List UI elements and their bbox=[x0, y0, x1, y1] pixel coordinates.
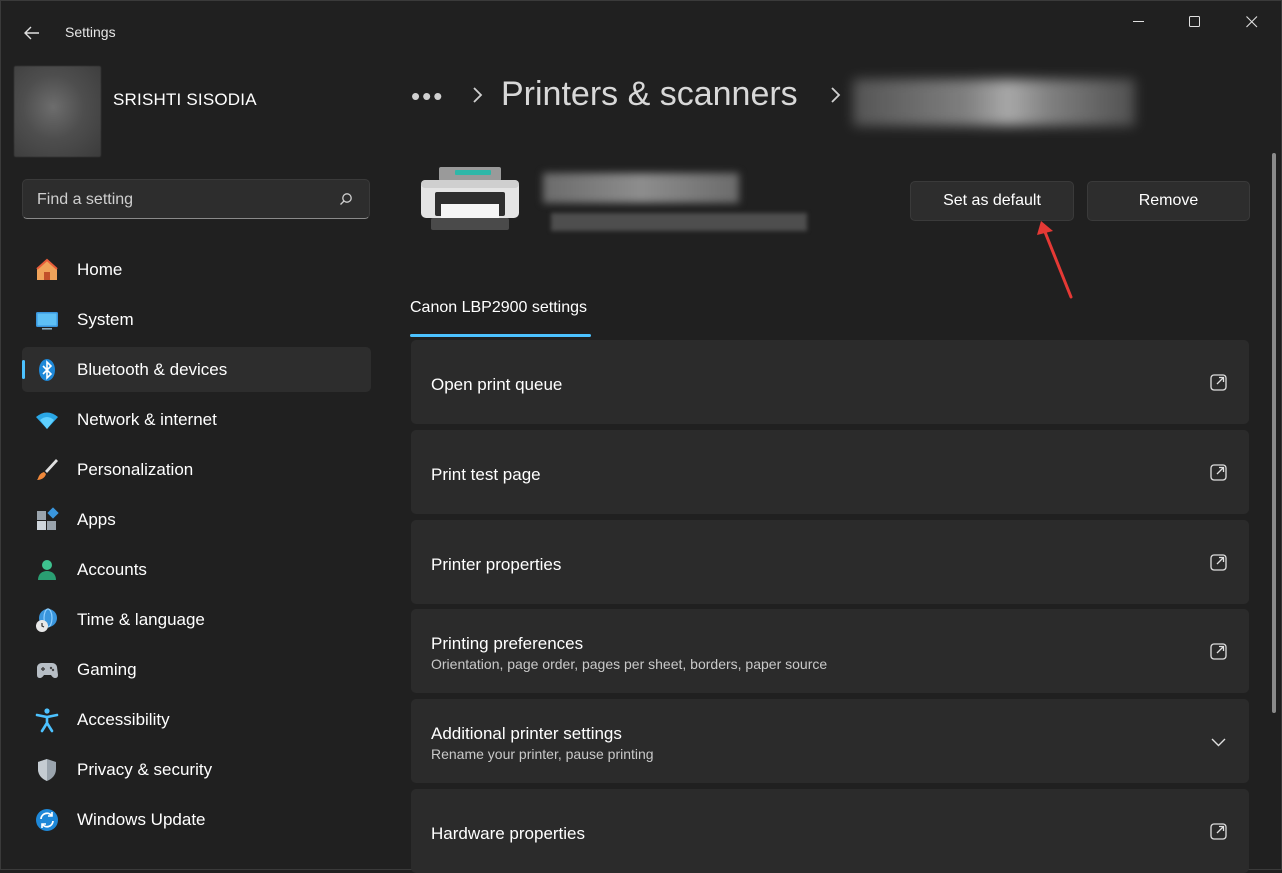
card-subtitle: Rename your printer, pause printing bbox=[431, 746, 654, 762]
chevron-right-icon bbox=[831, 87, 841, 103]
card-title: Open print queue bbox=[431, 375, 563, 394]
maximize-button[interactable] bbox=[1172, 9, 1218, 35]
tab-label: Canon LBP2900 settings bbox=[410, 299, 588, 316]
bluetooth-icon bbox=[39, 359, 55, 381]
globe-clock-icon bbox=[36, 608, 57, 632]
printer-properties-card[interactable]: Printer properties bbox=[411, 520, 1249, 604]
wifi-icon bbox=[36, 412, 58, 429]
sidebar-item-personalization[interactable]: Personalization bbox=[22, 447, 371, 492]
breadcrumb-more-button[interactable]: ••• bbox=[411, 81, 444, 112]
card-title: Printing preferences bbox=[431, 634, 584, 653]
tab-printer-settings[interactable]: Canon LBP2900 settings bbox=[410, 299, 591, 337]
app-title: Settings bbox=[65, 24, 116, 40]
back-arrow-icon bbox=[24, 26, 39, 40]
active-indicator bbox=[22, 360, 25, 379]
sidebar-item-apps[interactable]: Apps bbox=[22, 497, 371, 542]
breadcrumb-current-redacted bbox=[853, 79, 1135, 126]
set-as-default-button[interactable]: Set as default bbox=[910, 181, 1074, 221]
sidebar-item-time-language[interactable]: Time & language bbox=[22, 597, 371, 642]
card-title: Printer properties bbox=[431, 555, 562, 574]
sidebar-item-label: Privacy & security bbox=[77, 760, 213, 779]
remove-button[interactable]: Remove bbox=[1087, 181, 1250, 221]
vertical-scrollbar[interactable] bbox=[1272, 153, 1276, 713]
sidebar-item-windows-update[interactable]: Windows Update bbox=[22, 797, 371, 842]
sidebar-item-network-internet[interactable]: Network & internet bbox=[22, 397, 371, 442]
minimize-button[interactable] bbox=[1116, 9, 1162, 35]
sidebar-item-privacy-security[interactable]: Privacy & security bbox=[22, 747, 371, 792]
search-box[interactable] bbox=[22, 179, 370, 220]
back-button[interactable] bbox=[15, 17, 49, 49]
user-name: SRISHTI SISODIA bbox=[113, 90, 257, 109]
sidebar-item-gaming[interactable]: Gaming bbox=[22, 647, 371, 692]
printer-name-redacted bbox=[543, 173, 739, 203]
accounts-icon bbox=[38, 560, 56, 580]
open-external-icon bbox=[1210, 464, 1227, 481]
printer-status-redacted bbox=[551, 213, 807, 231]
open-print-queue-card[interactable]: Open print queue bbox=[411, 340, 1249, 424]
sidebar-item-accessibility[interactable]: Accessibility bbox=[22, 697, 371, 742]
chevron-down-icon[interactable] bbox=[1210, 733, 1227, 750]
open-external-icon bbox=[1210, 823, 1227, 840]
avatar[interactable] bbox=[14, 66, 101, 157]
gamepad-icon bbox=[37, 663, 58, 678]
sidebar-item-label: Personalization bbox=[77, 460, 194, 479]
title-bar: Settings bbox=[1, 1, 1282, 63]
sidebar-item-label: Windows Update bbox=[77, 810, 206, 829]
home-icon bbox=[36, 258, 58, 280]
sidebar-item-home[interactable]: Home bbox=[22, 247, 371, 292]
card-subtitle: Orientation, page order, pages per sheet… bbox=[431, 656, 828, 672]
sidebar-item-system[interactable]: System bbox=[22, 297, 371, 342]
sidebar-item-label: Time & language bbox=[77, 610, 205, 629]
search-input[interactable] bbox=[35, 180, 339, 220]
sidebar-item-label: Home bbox=[77, 260, 123, 279]
sidebar-item-label: Accounts bbox=[77, 560, 147, 579]
sidebar-item-bluetooth-devices[interactable]: Bluetooth & devices bbox=[22, 347, 371, 392]
search-icon[interactable] bbox=[339, 192, 353, 206]
apps-icon bbox=[37, 507, 59, 530]
sidebar-item-accounts[interactable]: Accounts bbox=[22, 547, 371, 592]
hardware-properties-card[interactable]: Hardware properties bbox=[411, 789, 1249, 873]
open-external-icon bbox=[1210, 374, 1227, 391]
card-title: Hardware properties bbox=[431, 824, 586, 843]
additional-printer-settings-card[interactable]: Additional printer settings Rename your … bbox=[411, 699, 1249, 783]
annotation-arrow-icon bbox=[1037, 221, 1073, 299]
open-external-icon bbox=[1210, 643, 1227, 660]
sidebar-item-label: Apps bbox=[77, 510, 116, 529]
settings-window: Settings SRISHTI SISODIA Home bbox=[0, 0, 1282, 873]
sidebar-item-label: Accessibility bbox=[77, 710, 170, 729]
system-icon bbox=[36, 312, 58, 330]
close-icon bbox=[1246, 16, 1258, 28]
printing-preferences-card[interactable]: Printing preferences Orientation, page o… bbox=[411, 609, 1249, 693]
accessibility-icon bbox=[35, 708, 59, 733]
minimize-icon bbox=[1133, 21, 1144, 22]
maximize-icon bbox=[1189, 16, 1200, 27]
tab-underline bbox=[410, 334, 591, 337]
sidebar-nav: Home System Bluetooth & devices Network … bbox=[22, 247, 371, 847]
open-external-icon bbox=[1210, 554, 1227, 571]
card-title: Print test page bbox=[431, 465, 541, 484]
sidebar-item-label: Network & internet bbox=[77, 410, 217, 429]
sidebar-item-label: Gaming bbox=[77, 660, 137, 679]
shield-icon bbox=[38, 759, 56, 781]
page-title[interactable]: Printers & scanners bbox=[501, 75, 798, 114]
chevron-right-icon bbox=[473, 87, 483, 103]
brush-icon bbox=[37, 459, 58, 480]
close-button[interactable] bbox=[1229, 9, 1275, 35]
sidebar-item-label: System bbox=[77, 310, 134, 329]
sidebar-item-label: Bluetooth & devices bbox=[77, 360, 228, 379]
print-test-page-card[interactable]: Print test page bbox=[411, 430, 1249, 514]
printer-icon bbox=[421, 167, 519, 230]
card-title: Additional printer settings bbox=[431, 724, 622, 743]
update-icon bbox=[36, 809, 58, 831]
